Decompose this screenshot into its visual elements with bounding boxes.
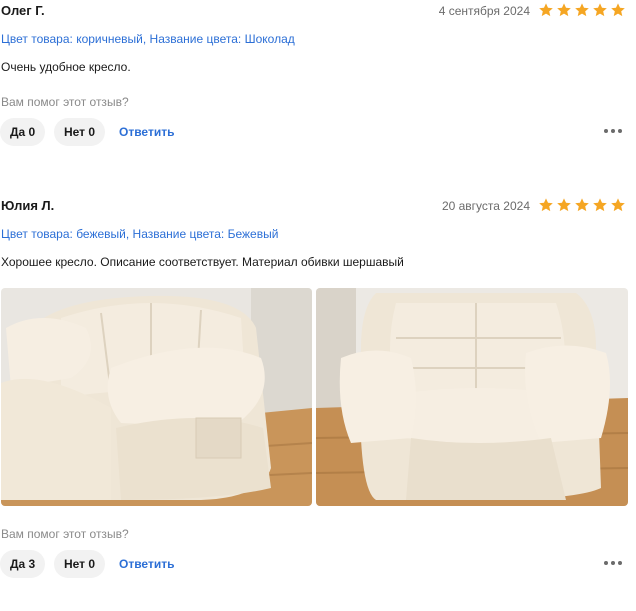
review-photo[interactable]: [316, 288, 628, 506]
reply-button[interactable]: Ответить: [119, 550, 174, 578]
review-photos: [1, 288, 628, 506]
review-photo[interactable]: [1, 288, 312, 506]
review-author: Олег Г.: [1, 3, 45, 18]
rating-stars: [538, 197, 626, 213]
star-icon: [611, 3, 625, 17]
helpful-no-button[interactable]: Нет 0: [54, 118, 106, 146]
star-icon: [593, 3, 607, 17]
product-variant: Цвет товара: бежевый, Название цвета: Бе…: [1, 227, 279, 241]
star-icon: [575, 3, 589, 17]
more-dots-icon[interactable]: [604, 561, 622, 567]
star-icon: [557, 3, 571, 17]
rating-stars: [538, 2, 626, 18]
helpful-question: Вам помог этот отзыв?: [1, 95, 129, 109]
product-variant: Цвет товара: коричневый, Название цвета:…: [1, 32, 295, 46]
more-dots-icon[interactable]: [604, 129, 622, 135]
review-date: 4 сентября 2024: [438, 4, 530, 18]
star-icon: [539, 198, 553, 212]
review-actions: Да 0 Нет 0 Ответить: [0, 118, 636, 146]
review-actions: Да 3 Нет 0 Ответить: [0, 550, 636, 578]
star-icon: [593, 198, 607, 212]
helpful-no-button[interactable]: Нет 0: [54, 550, 106, 578]
star-icon: [539, 3, 553, 17]
helpful-question: Вам помог этот отзыв?: [1, 527, 129, 541]
star-icon: [557, 198, 571, 212]
star-icon: [575, 198, 589, 212]
review-text: Очень удобное кресло.: [1, 60, 131, 74]
reply-button[interactable]: Ответить: [119, 118, 174, 146]
star-icon: [611, 198, 625, 212]
review-date: 20 августа 2024: [441, 199, 530, 213]
review-text: Хорошее кресло. Описание соответствует. …: [1, 255, 404, 269]
helpful-yes-button[interactable]: Да 3: [0, 550, 46, 578]
helpful-yes-button[interactable]: Да 0: [0, 118, 46, 146]
review-author: Юлия Л.: [1, 198, 55, 213]
